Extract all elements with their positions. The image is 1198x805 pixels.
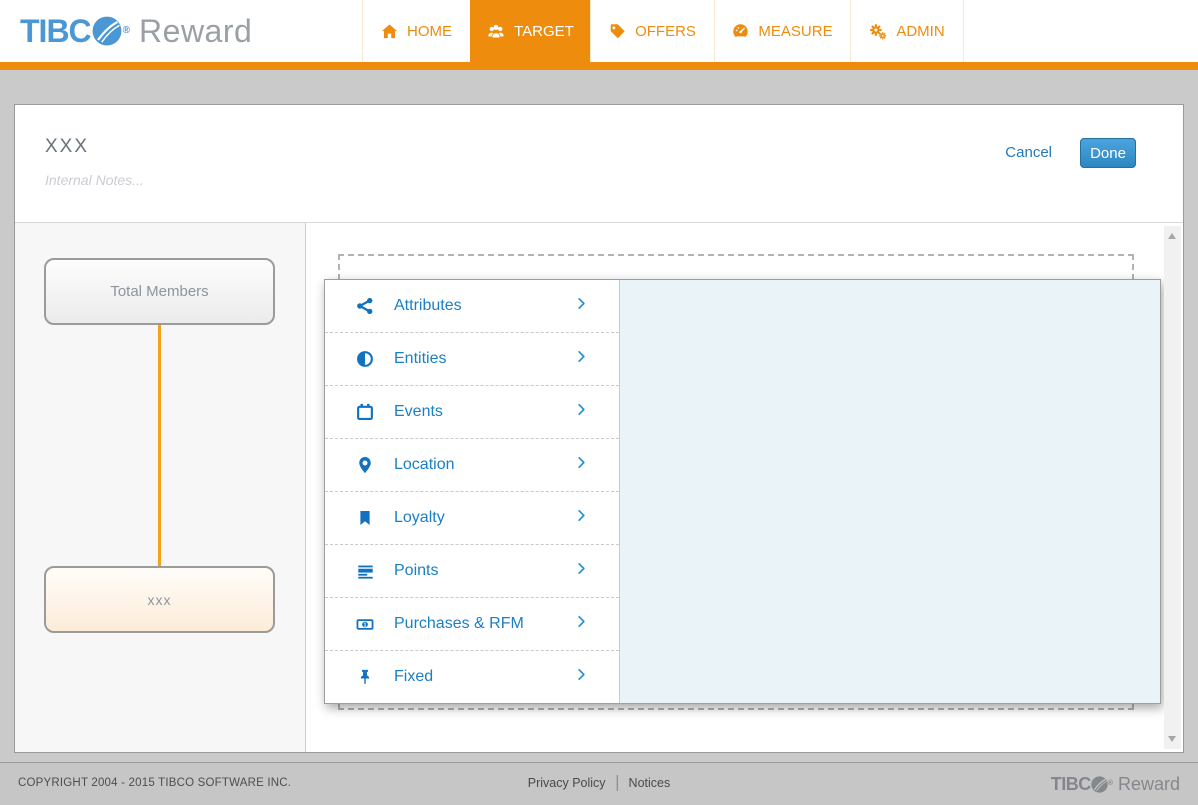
nav-tab-measure[interactable]: MEASURE (714, 0, 850, 62)
logo-registered-mark: ® (122, 25, 131, 36)
logo-text: TIBC (20, 13, 92, 49)
menu-item-fixed[interactable]: Fixed (325, 650, 619, 703)
share-icon (354, 297, 376, 315)
nav-tab-target[interactable]: TARGET (470, 0, 590, 62)
money-icon: 1 (354, 616, 376, 633)
scroll-down-icon[interactable] (1168, 736, 1176, 742)
footer-logo-text: TIBC (1050, 774, 1092, 794)
tree-connector-line (158, 325, 161, 566)
map-marker-icon (354, 457, 376, 474)
bookmark-icon (354, 510, 376, 527)
nav-tab-offers[interactable]: OFFERS (590, 0, 714, 62)
criteria-preview-pane (620, 280, 1160, 703)
nav-tab-label: HOME (407, 22, 452, 40)
svg-text:1: 1 (364, 622, 367, 628)
cancel-button[interactable]: Cancel (1005, 144, 1052, 161)
chevron-right-icon (574, 667, 589, 687)
editor-toolbar: XXX Internal Notes... Cancel Done (15, 105, 1183, 223)
internal-notes-field[interactable]: Internal Notes... (45, 172, 144, 188)
menu-item-location[interactable]: Location (325, 438, 619, 491)
menu-item-points[interactable]: Points (325, 544, 619, 597)
menu-item-attributes[interactable]: Attributes (325, 280, 619, 332)
menu-item-label: Purchases & RFM (394, 615, 524, 632)
notices-link[interactable]: Notices (629, 776, 671, 790)
gears-icon (869, 23, 887, 40)
footer-logo-product-name: Reward (1117, 774, 1180, 794)
tree-node-total-members[interactable]: Total Members (44, 258, 275, 325)
segment-title-field[interactable]: XXX (45, 136, 89, 158)
chevron-right-icon (574, 455, 589, 475)
menu-item-label: Loyalty (394, 509, 445, 526)
app-header: TIBC ® Reward HOME TARGET OFFERS MEASURE… (0, 0, 1198, 70)
nav-tab-label: OFFERS (635, 22, 696, 40)
footer-link-divider (616, 775, 618, 791)
main-nav: HOME TARGET OFFERS MEASURE ADMIN (362, 0, 964, 62)
nav-tab-label: MEASURE (758, 22, 833, 40)
tree-node-child[interactable]: xxx (44, 566, 275, 633)
menu-item-label: Entities (394, 350, 447, 367)
home-icon (381, 23, 398, 40)
adjust-icon (354, 351, 376, 368)
footer-logo: TIBC ® Reward (1051, 774, 1180, 794)
menu-item-label: Attributes (394, 297, 462, 314)
done-button[interactable]: Done (1080, 138, 1136, 168)
nav-tab-home[interactable]: HOME (362, 0, 470, 62)
criteria-menu: Attributes Entities Events Location Loya… (325, 280, 620, 703)
editor-card: XXX Internal Notes... Cancel Done Total … (14, 104, 1184, 753)
criteria-work-area: Attributes Entities Events Location Loya… (307, 223, 1183, 752)
app-logo: TIBC ® Reward (20, 14, 252, 48)
nav-tab-label: TARGET (514, 22, 574, 40)
segment-tree-sidebar: Total Members xxx (15, 223, 306, 752)
chevron-right-icon (574, 402, 589, 422)
page: TIBC ® Reward HOME TARGET OFFERS MEASURE… (0, 0, 1198, 805)
copyright-text: COPYRIGHT 2004 - 2015 TIBCO SOFTWARE INC… (18, 777, 292, 789)
chevron-right-icon (574, 561, 589, 581)
nav-tab-admin[interactable]: ADMIN (850, 0, 964, 62)
privacy-policy-link[interactable]: Privacy Policy (528, 776, 606, 790)
tibco-swoosh-icon-gray (1091, 775, 1108, 793)
chevron-right-icon (574, 349, 589, 369)
users-icon (487, 23, 505, 40)
chevron-right-icon (574, 296, 589, 316)
vertical-scrollbar[interactable] (1164, 226, 1181, 749)
calendar-icon (354, 403, 376, 421)
menu-item-label: Location (394, 456, 455, 473)
footer-links: Privacy Policy Notices (528, 775, 670, 791)
footer-logo-registered-mark: ® (1107, 780, 1113, 787)
menu-item-loyalty[interactable]: Loyalty (325, 491, 619, 544)
menu-item-label: Events (394, 403, 443, 420)
header-accent-bar (0, 62, 1198, 70)
tag-icon (609, 23, 626, 40)
menu-item-purchases-rfm[interactable]: 1 Purchases & RFM (325, 597, 619, 650)
chevron-right-icon (574, 508, 589, 528)
menu-item-events[interactable]: Events (325, 385, 619, 438)
page-footer: COPYRIGHT 2004 - 2015 TIBCO SOFTWARE INC… (0, 762, 1198, 805)
menu-item-label: Points (394, 562, 439, 579)
tibco-swoosh-icon (92, 16, 122, 46)
thumbtack-icon (354, 669, 376, 686)
scroll-up-icon[interactable] (1168, 233, 1176, 239)
menu-item-label: Fixed (394, 668, 434, 685)
logo-product-name: Reward (139, 13, 253, 49)
gauge-icon (732, 23, 749, 40)
menu-item-entities[interactable]: Entities (325, 332, 619, 385)
chevron-right-icon (574, 614, 589, 634)
bars-icon (354, 563, 376, 580)
criteria-picker-popup: Attributes Entities Events Location Loya… (324, 279, 1161, 704)
nav-tab-label: ADMIN (896, 22, 945, 40)
